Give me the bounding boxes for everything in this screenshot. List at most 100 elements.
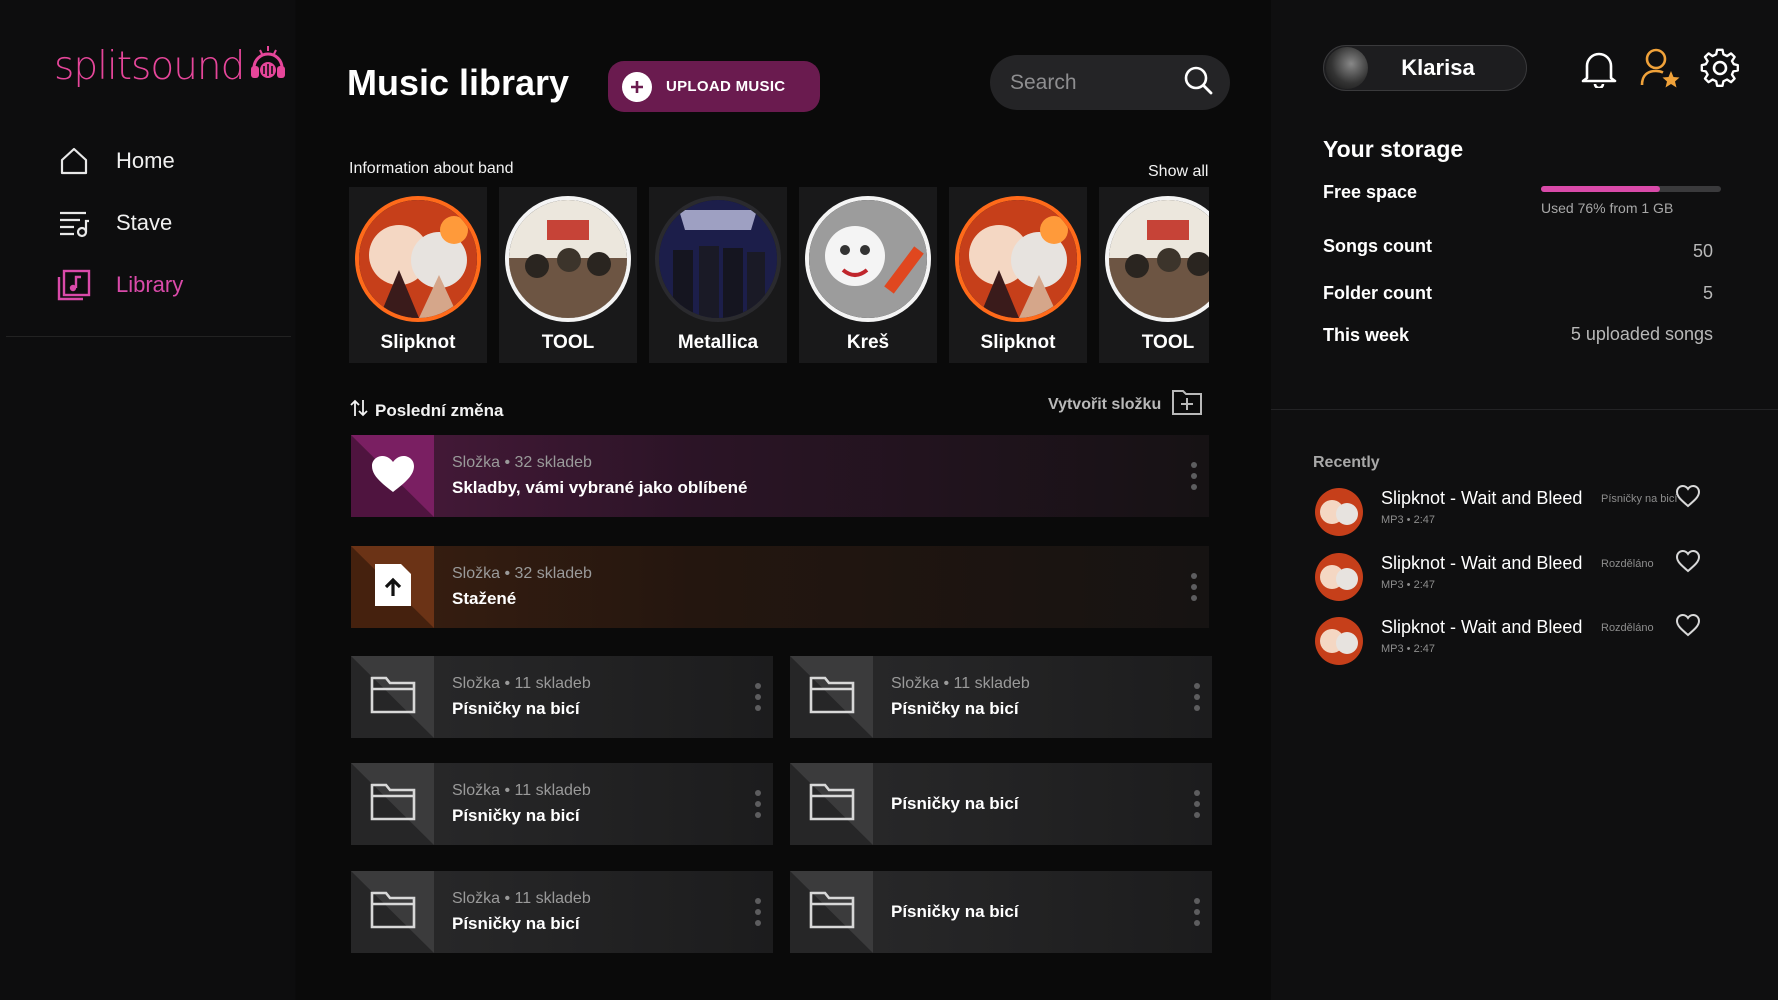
band-card[interactable]: Slipknot bbox=[349, 187, 487, 363]
more-options-icon[interactable] bbox=[755, 790, 761, 818]
folder-row[interactable]: Složka • 11 skladeb Písničky na bicí bbox=[790, 656, 1212, 738]
heart-outline-icon[interactable] bbox=[1675, 549, 1705, 579]
folder-count-label: Folder count bbox=[1323, 283, 1432, 303]
heart-outline-icon[interactable] bbox=[1675, 484, 1705, 514]
sidebar-item-home[interactable]: Home bbox=[56, 130, 183, 192]
song-meta: MP3 • 2:47 bbox=[1381, 643, 1435, 655]
folder-thumb bbox=[351, 871, 434, 953]
song-title: Slipknot - Wait and Bleed bbox=[1381, 553, 1583, 573]
band-card[interactable]: Kreš bbox=[799, 187, 937, 363]
app-logo[interactable]: splitsound bbox=[54, 44, 288, 89]
band-name: Metallica bbox=[677, 332, 759, 353]
more-options-icon[interactable] bbox=[1194, 898, 1200, 926]
right-divider bbox=[1271, 409, 1778, 410]
folder-thumb bbox=[790, 763, 873, 845]
show-all-link[interactable]: Show all bbox=[1148, 163, 1208, 181]
upload-music-button[interactable]: UPLOAD MUSIC bbox=[608, 61, 820, 112]
band-name: Slipknot bbox=[980, 332, 1056, 353]
folder-subtitle: Složka • 11 skladeb bbox=[452, 890, 591, 907]
folder-row[interactable]: Písničky na bicí bbox=[790, 763, 1212, 845]
favorites-folder-row[interactable]: Složka • 32 skladeb Skladby, vámi vybran… bbox=[351, 435, 1209, 517]
sidebar-item-library[interactable]: Library bbox=[56, 254, 183, 316]
storage-used-note: Used 76% from 1 GB bbox=[1541, 200, 1674, 216]
right-panel: Klarisa Your storage Free space Used 76%… bbox=[1271, 0, 1778, 1000]
queue-music-icon bbox=[56, 205, 92, 241]
sidebar-item-label: Home bbox=[116, 148, 175, 173]
recent-song-item[interactable]: Slipknot - Wait and Bleed MP3 • 2:47 Roz… bbox=[1315, 549, 1745, 601]
song-meta: MP3 • 2:47 bbox=[1381, 579, 1435, 591]
folder-title: Písničky na bicí bbox=[891, 902, 1019, 921]
song-title: Slipknot - Wait and Bleed bbox=[1381, 488, 1583, 508]
folder-icon bbox=[370, 676, 416, 719]
home-icon bbox=[56, 143, 92, 179]
folder-title: Písničky na bicí bbox=[452, 806, 580, 825]
more-options-icon[interactable] bbox=[755, 683, 761, 711]
folder-subtitle: Složka • 11 skladeb bbox=[452, 675, 591, 692]
search-bar[interactable] bbox=[990, 55, 1230, 110]
song-cover bbox=[1315, 553, 1363, 601]
band-avatar bbox=[1105, 196, 1209, 322]
songs-count-value: 50 bbox=[1692, 241, 1713, 261]
folder-title: Písničky na bicí bbox=[452, 699, 580, 718]
song-title: Slipknot - Wait and Bleed bbox=[1381, 617, 1583, 637]
song-cover bbox=[1315, 617, 1363, 665]
logo-text: splitsound bbox=[54, 44, 245, 89]
folder-icon bbox=[370, 783, 416, 826]
band-name: TOOL bbox=[1141, 332, 1195, 353]
bell-icon[interactable] bbox=[1578, 46, 1620, 90]
folder-icon bbox=[370, 891, 416, 934]
plus-circle-icon bbox=[622, 71, 652, 102]
folder-count-value: 5 bbox=[1702, 283, 1713, 303]
song-folder-tag: Písničky na bicí bbox=[1601, 493, 1678, 505]
band-card[interactable]: Metallica bbox=[649, 187, 787, 363]
band-name: Slipknot bbox=[380, 332, 456, 353]
band-card[interactable]: TOOL bbox=[1099, 187, 1209, 363]
band-card[interactable]: TOOL bbox=[499, 187, 637, 363]
sidebar-item-stave[interactable]: Stave bbox=[56, 192, 183, 254]
sidebar-divider bbox=[6, 336, 291, 337]
create-folder-label: Vytvořit složku bbox=[1048, 395, 1162, 413]
folder-row[interactable]: Písničky na bicí bbox=[790, 871, 1212, 953]
song-cover bbox=[1315, 488, 1363, 536]
more-options-icon[interactable] bbox=[755, 898, 761, 926]
folder-title: Skladby, vámi vybrané jako oblíbené bbox=[452, 478, 748, 497]
main-content: Music library UPLOAD MUSIC Information a… bbox=[296, 0, 1566, 1000]
sidebar-item-label: Library bbox=[116, 272, 184, 297]
search-input[interactable] bbox=[1010, 70, 1170, 95]
folder-row[interactable]: Složka • 11 skladeb Písničky na bicí bbox=[351, 871, 773, 953]
sort-arrows-icon bbox=[349, 398, 369, 423]
folder-thumb bbox=[351, 435, 434, 517]
free-space-label: Free space bbox=[1323, 182, 1418, 202]
folder-thumb bbox=[790, 871, 873, 953]
song-folder-tag: Rozděláno bbox=[1601, 558, 1654, 570]
bands-section-label: Information about band bbox=[349, 160, 514, 177]
sort-button[interactable]: Poslední změna bbox=[349, 398, 503, 423]
band-avatar bbox=[805, 196, 931, 322]
band-card[interactable]: Slipknot bbox=[949, 187, 1087, 363]
recent-song-item[interactable]: Slipknot - Wait and Bleed MP3 • 2:47 Roz… bbox=[1315, 613, 1745, 665]
heart-outline-icon[interactable] bbox=[1675, 613, 1705, 643]
user-star-icon[interactable] bbox=[1639, 46, 1681, 90]
recent-song-item[interactable]: Slipknot - Wait and Bleed MP3 • 2:47 Pís… bbox=[1315, 484, 1745, 536]
folder-row[interactable]: Složka • 11 skladeb Písničky na bicí bbox=[351, 656, 773, 738]
folder-row[interactable]: Složka • 11 skladeb Písničky na bicí bbox=[351, 763, 773, 845]
user-profile-button[interactable]: Klarisa bbox=[1323, 45, 1527, 91]
band-avatar bbox=[655, 196, 781, 322]
more-options-icon[interactable] bbox=[1191, 462, 1197, 490]
folder-thumb bbox=[351, 763, 434, 845]
more-options-icon[interactable] bbox=[1191, 573, 1197, 601]
folder-title: Písničky na bicí bbox=[891, 794, 1019, 813]
sidebar-nav: Home Stave Library bbox=[56, 130, 183, 316]
search-icon[interactable] bbox=[1182, 64, 1214, 101]
more-options-icon[interactable] bbox=[1194, 790, 1200, 818]
this-week-label: This week bbox=[1323, 325, 1410, 345]
band-avatar bbox=[505, 196, 631, 322]
more-options-icon[interactable] bbox=[1194, 683, 1200, 711]
create-folder-button[interactable]: Vytvořit složku bbox=[1048, 388, 1203, 421]
folder-subtitle: Složka • 32 skladeb bbox=[452, 565, 592, 582]
folder-icon bbox=[809, 891, 855, 934]
downloads-folder-row[interactable]: Složka • 32 skladeb Stažené bbox=[351, 546, 1209, 628]
gear-icon[interactable] bbox=[1699, 46, 1741, 90]
folder-title: Písničky na bicí bbox=[891, 699, 1019, 718]
band-avatar bbox=[955, 196, 1081, 322]
